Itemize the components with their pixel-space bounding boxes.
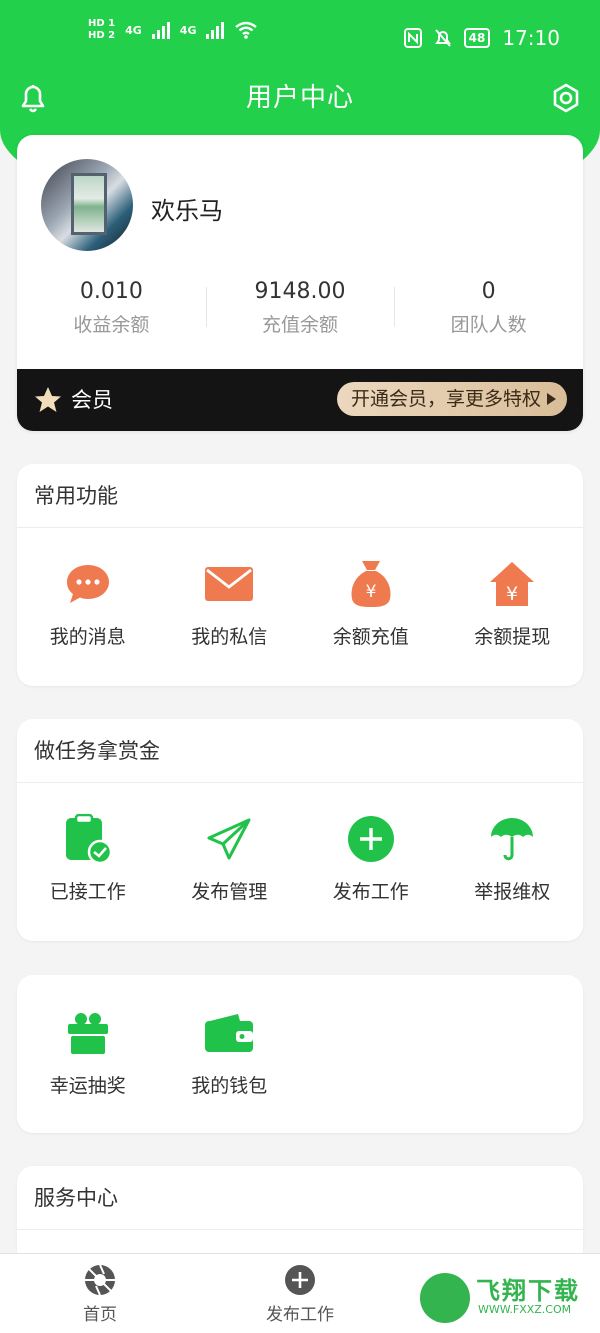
chat-bubble-icon bbox=[66, 565, 109, 603]
watermark-logo-icon bbox=[420, 1273, 470, 1323]
camera-shutter-icon bbox=[85, 1264, 115, 1296]
watermark-url: WWW.FXXZ.COM bbox=[478, 1303, 572, 1316]
stat-team-count[interactable]: 0 团队人数 bbox=[394, 277, 583, 343]
clock: 17:10 bbox=[502, 26, 560, 50]
section-title: 做任务拿赏金 bbox=[17, 719, 583, 783]
money-bag-icon: ¥ bbox=[351, 561, 391, 607]
grid-item-my-messages[interactable]: 我的消息 bbox=[17, 528, 159, 654]
house-yen-icon: ¥ bbox=[490, 562, 535, 606]
hd2-label: HD 2 bbox=[88, 30, 116, 41]
stat-label: 团队人数 bbox=[450, 314, 527, 336]
grid-item-accepted-jobs[interactable]: 已接工作 bbox=[17, 783, 159, 909]
wallet-icon bbox=[205, 1014, 254, 1052]
balance-stats: 0.010 收益余额 9148.00 充值余额 0 团队人数 bbox=[17, 277, 583, 343]
grid-item-recharge[interactable]: ¥ 余额充值 bbox=[300, 528, 442, 654]
username: 欢乐马 bbox=[151, 197, 223, 225]
watermark-text: 飞翔下载 bbox=[476, 1277, 580, 1305]
clipboard-icon bbox=[65, 814, 112, 864]
avatar[interactable] bbox=[41, 159, 133, 251]
app-header: 用户中心 bbox=[0, 78, 600, 118]
grid-item-label: 举报维权 bbox=[474, 881, 551, 903]
tasks-section: 做任务拿赏金 已接工作 发布管理 发布工作 举报维权 bbox=[17, 719, 583, 941]
grid-item-lucky-draw[interactable]: 幸运抽奖 bbox=[17, 975, 159, 1103]
grid-item-label: 余额提现 bbox=[474, 626, 551, 648]
tab-publish-job[interactable]: 发布工作 bbox=[230, 1264, 370, 1325]
gear-icon[interactable] bbox=[550, 82, 582, 114]
stat-income-balance[interactable]: 0.010 收益余额 bbox=[17, 277, 206, 343]
grid-item-publish-management[interactable]: 发布管理 bbox=[159, 783, 301, 909]
tab-label: 发布工作 bbox=[266, 1305, 334, 1325]
envelope-icon bbox=[205, 567, 254, 601]
svg-text:¥: ¥ bbox=[365, 582, 376, 602]
grid-item-label: 余额充值 bbox=[332, 626, 409, 648]
gift-icon bbox=[67, 1013, 108, 1054]
stat-recharge-balance[interactable]: 9148.00 充值余额 bbox=[205, 277, 395, 343]
nfc-icon bbox=[403, 28, 422, 48]
wifi-icon bbox=[235, 21, 258, 39]
plus-circle-icon bbox=[347, 816, 394, 862]
vip-bar: 会员 开通会员，享更多特权 bbox=[17, 369, 583, 431]
grid-item-report-rights[interactable]: 举报维权 bbox=[442, 783, 584, 909]
signal-group: HD 1 HD 2 4G 4G bbox=[88, 18, 258, 42]
section-title: 服务中心 bbox=[17, 1166, 583, 1230]
grid-item-label: 发布管理 bbox=[191, 881, 268, 903]
star-icon bbox=[35, 387, 61, 412]
grid-item-private-letters[interactable]: 我的私信 bbox=[159, 528, 301, 654]
extras-section: 幸运抽奖 我的钱包 bbox=[17, 975, 583, 1133]
page-title: 用户中心 bbox=[245, 83, 354, 113]
grid-item-withdraw[interactable]: ¥ 余额提现 bbox=[442, 528, 584, 654]
tab-home[interactable]: 首页 bbox=[30, 1264, 170, 1325]
stat-label: 充值余额 bbox=[262, 314, 339, 336]
grid-item-my-wallet[interactable]: 我的钱包 bbox=[159, 975, 301, 1103]
grid-item-label: 已接工作 bbox=[49, 881, 126, 903]
umbrella-icon bbox=[491, 818, 534, 861]
tab-label: 首页 bbox=[83, 1305, 117, 1325]
common-functions-section: 常用功能 我的消息 我的私信 ¥ 余额充值 ¥ 余额提现 bbox=[17, 464, 583, 686]
mute-bell-icon bbox=[434, 29, 451, 47]
battery-icon: 48 bbox=[463, 28, 491, 48]
bottom-tab-bar: 首页 发布工作 飞翔下载 WWW.FXXZ.COM bbox=[0, 1253, 600, 1333]
vip-label: 会员 bbox=[71, 388, 113, 412]
plus-circle-icon bbox=[285, 1265, 315, 1295]
grid-item-label: 我的钱包 bbox=[191, 1075, 268, 1097]
signal-bars-icon bbox=[151, 21, 170, 39]
section-title: 常用功能 bbox=[17, 464, 583, 528]
profile-card: 欢乐马 0.010 收益余额 9148.00 充值余额 0 团队人数 会员 开通… bbox=[17, 135, 583, 431]
signal-bars-icon-2 bbox=[206, 21, 225, 39]
status-bar: HD 1 HD 2 4G 4G 48 17:10 bbox=[0, 0, 600, 78]
open-vip-button[interactable]: 开通会员，享更多特权 bbox=[336, 382, 567, 416]
grid-item-label: 发布工作 bbox=[332, 881, 409, 903]
grid-item-label: 我的消息 bbox=[49, 626, 126, 648]
site-watermark: 飞翔下载 WWW.FXXZ.COM bbox=[420, 1267, 590, 1327]
svg-text:¥: ¥ bbox=[506, 583, 518, 605]
paper-plane-icon bbox=[207, 818, 251, 860]
stat-value: 0 bbox=[481, 279, 496, 304]
network-type-label-2: 4G bbox=[179, 23, 197, 37]
grid-item-label: 我的私信 bbox=[191, 626, 268, 648]
hd1-label: HD 1 bbox=[88, 18, 116, 29]
stat-value: 0.010 bbox=[79, 279, 143, 304]
stat-value: 9148.00 bbox=[254, 279, 346, 304]
grid-item-label: 幸运抽奖 bbox=[49, 1075, 126, 1097]
network-type-label: 4G bbox=[125, 23, 142, 37]
stat-label: 收益余额 bbox=[73, 314, 150, 336]
grid-item-publish-job[interactable]: 发布工作 bbox=[300, 783, 442, 909]
